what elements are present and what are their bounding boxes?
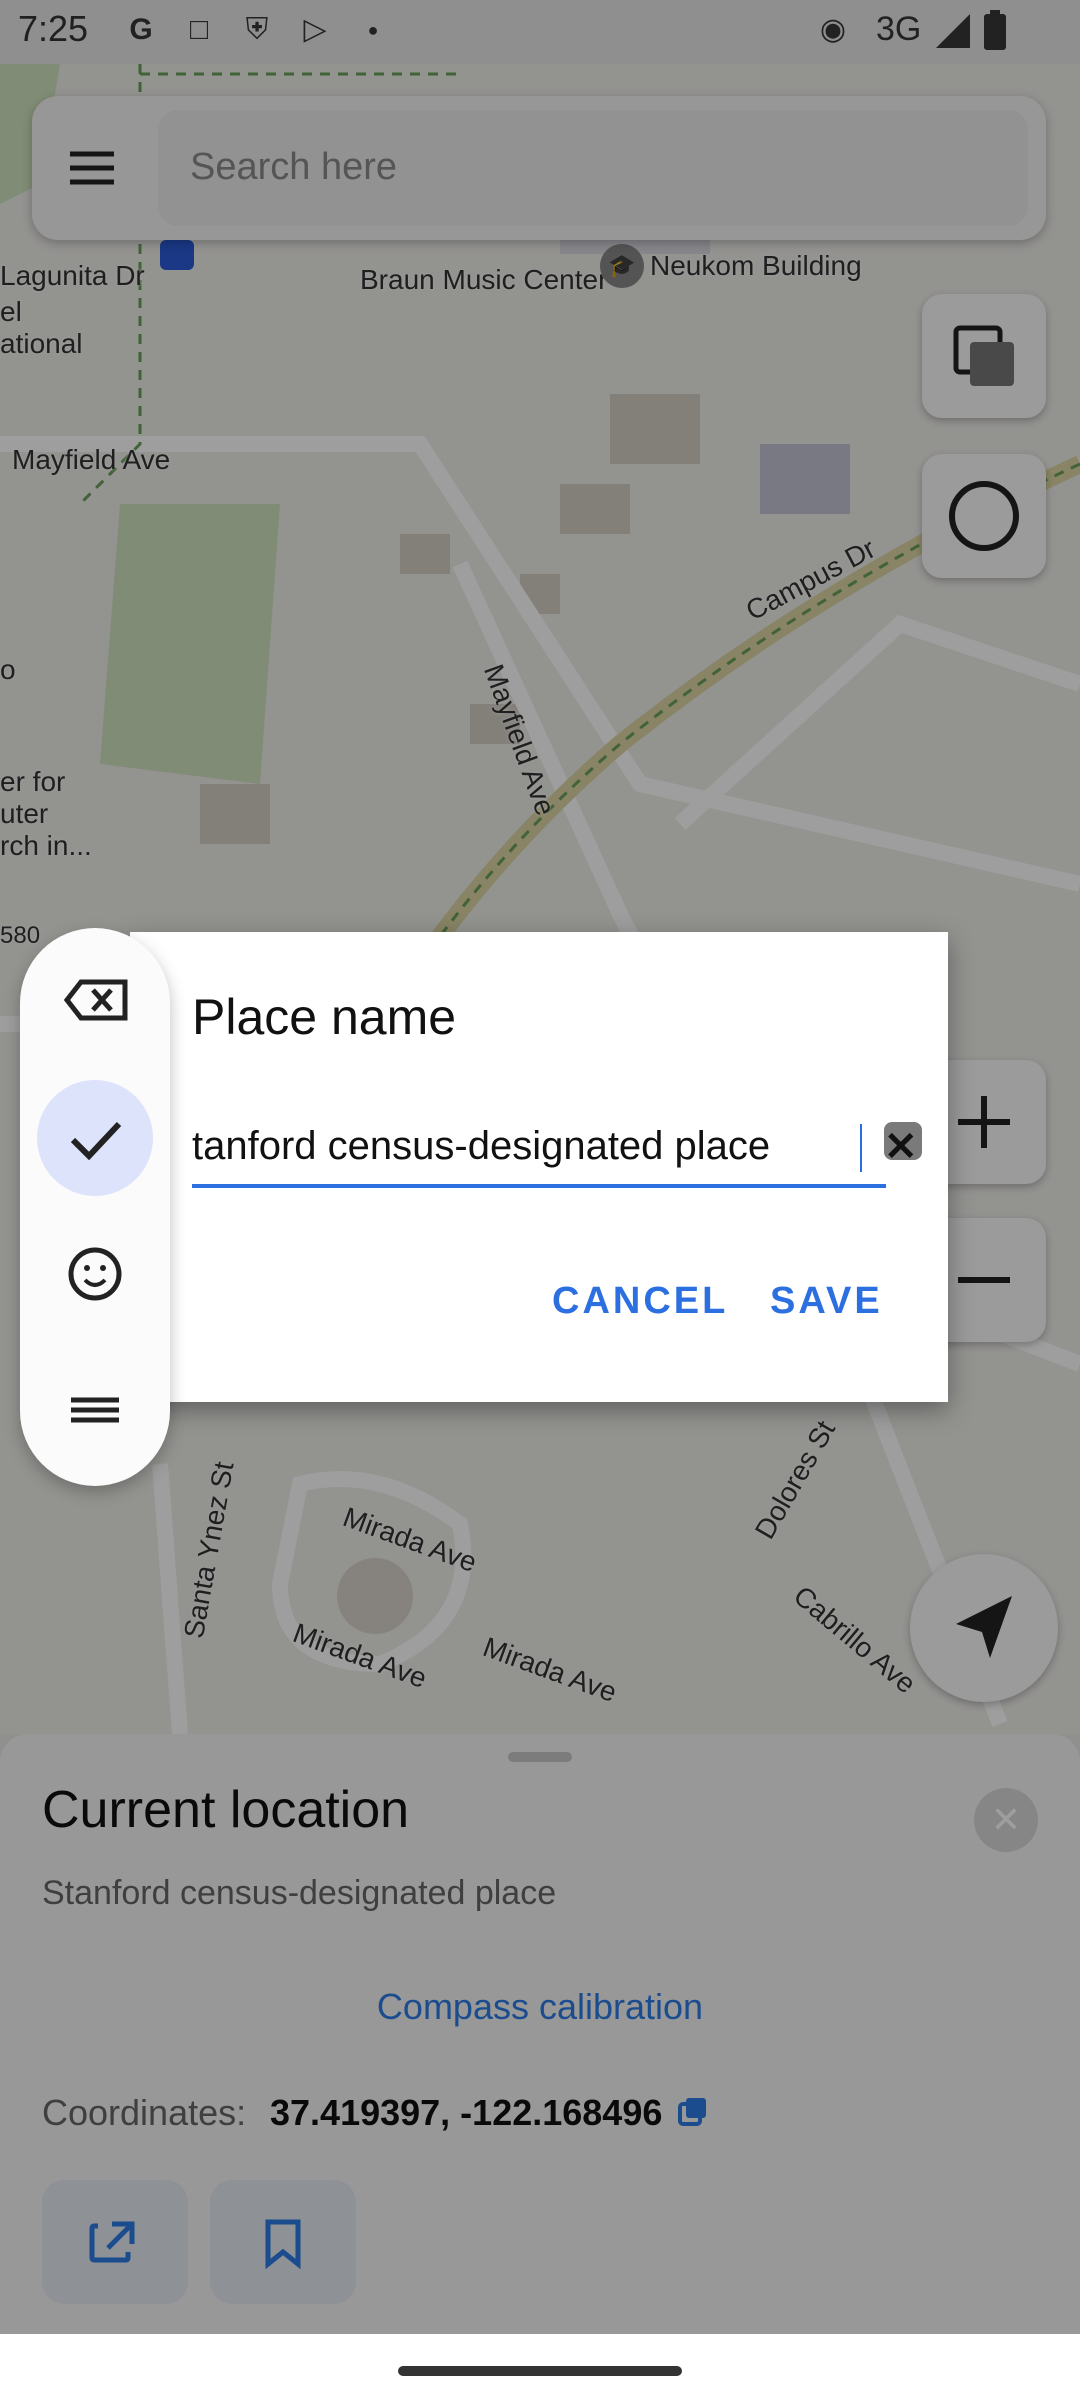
done-key[interactable] [37,1080,153,1196]
keyboard-menu-icon [71,1397,119,1423]
place-name-input[interactable]: tanford census-designated place ✕ [192,1118,922,1188]
notification-dot-icon: ● [367,20,379,40]
dialog-title: Place name [192,989,457,1045]
place-name-value: tanford census-designated place [192,1124,771,1168]
emoji-key[interactable] [37,1216,153,1332]
screenshot-icon: □ [189,13,209,46]
keyboard-side-panel [20,928,170,1486]
status-bar: 7:25 G □ ⛨ ▷ ● ◉ 3G [0,0,1080,64]
text-cursor [860,1124,862,1172]
signal-icon [936,14,970,48]
backspace-key[interactable] [37,942,153,1058]
shield-icon: ⛨ [245,13,269,46]
network-type: 3G [876,10,922,48]
system-nav-bar [0,2334,1080,2400]
play-protect-icon: ▷ [303,13,327,46]
place-name-dialog: Place name tanford census-designated pla… [130,932,948,1402]
location-icon: ◉ [819,13,847,46]
clear-text-icon: ✕ [884,1125,918,1169]
google-icon: G [129,13,153,46]
home-gesture-handle[interactable] [398,2366,682,2376]
save-button[interactable]: SAVE [770,1280,883,1323]
keyboard-menu-key[interactable] [37,1352,153,1468]
battery-icon [984,10,1006,50]
cancel-button[interactable]: CANCEL [552,1280,728,1323]
check-icon [70,1121,122,1161]
status-time: 7:25 [18,8,89,49]
clear-text-button[interactable]: ✕ [884,1122,922,1167]
backspace-icon [63,979,128,1021]
emoji-icon [68,1247,122,1301]
